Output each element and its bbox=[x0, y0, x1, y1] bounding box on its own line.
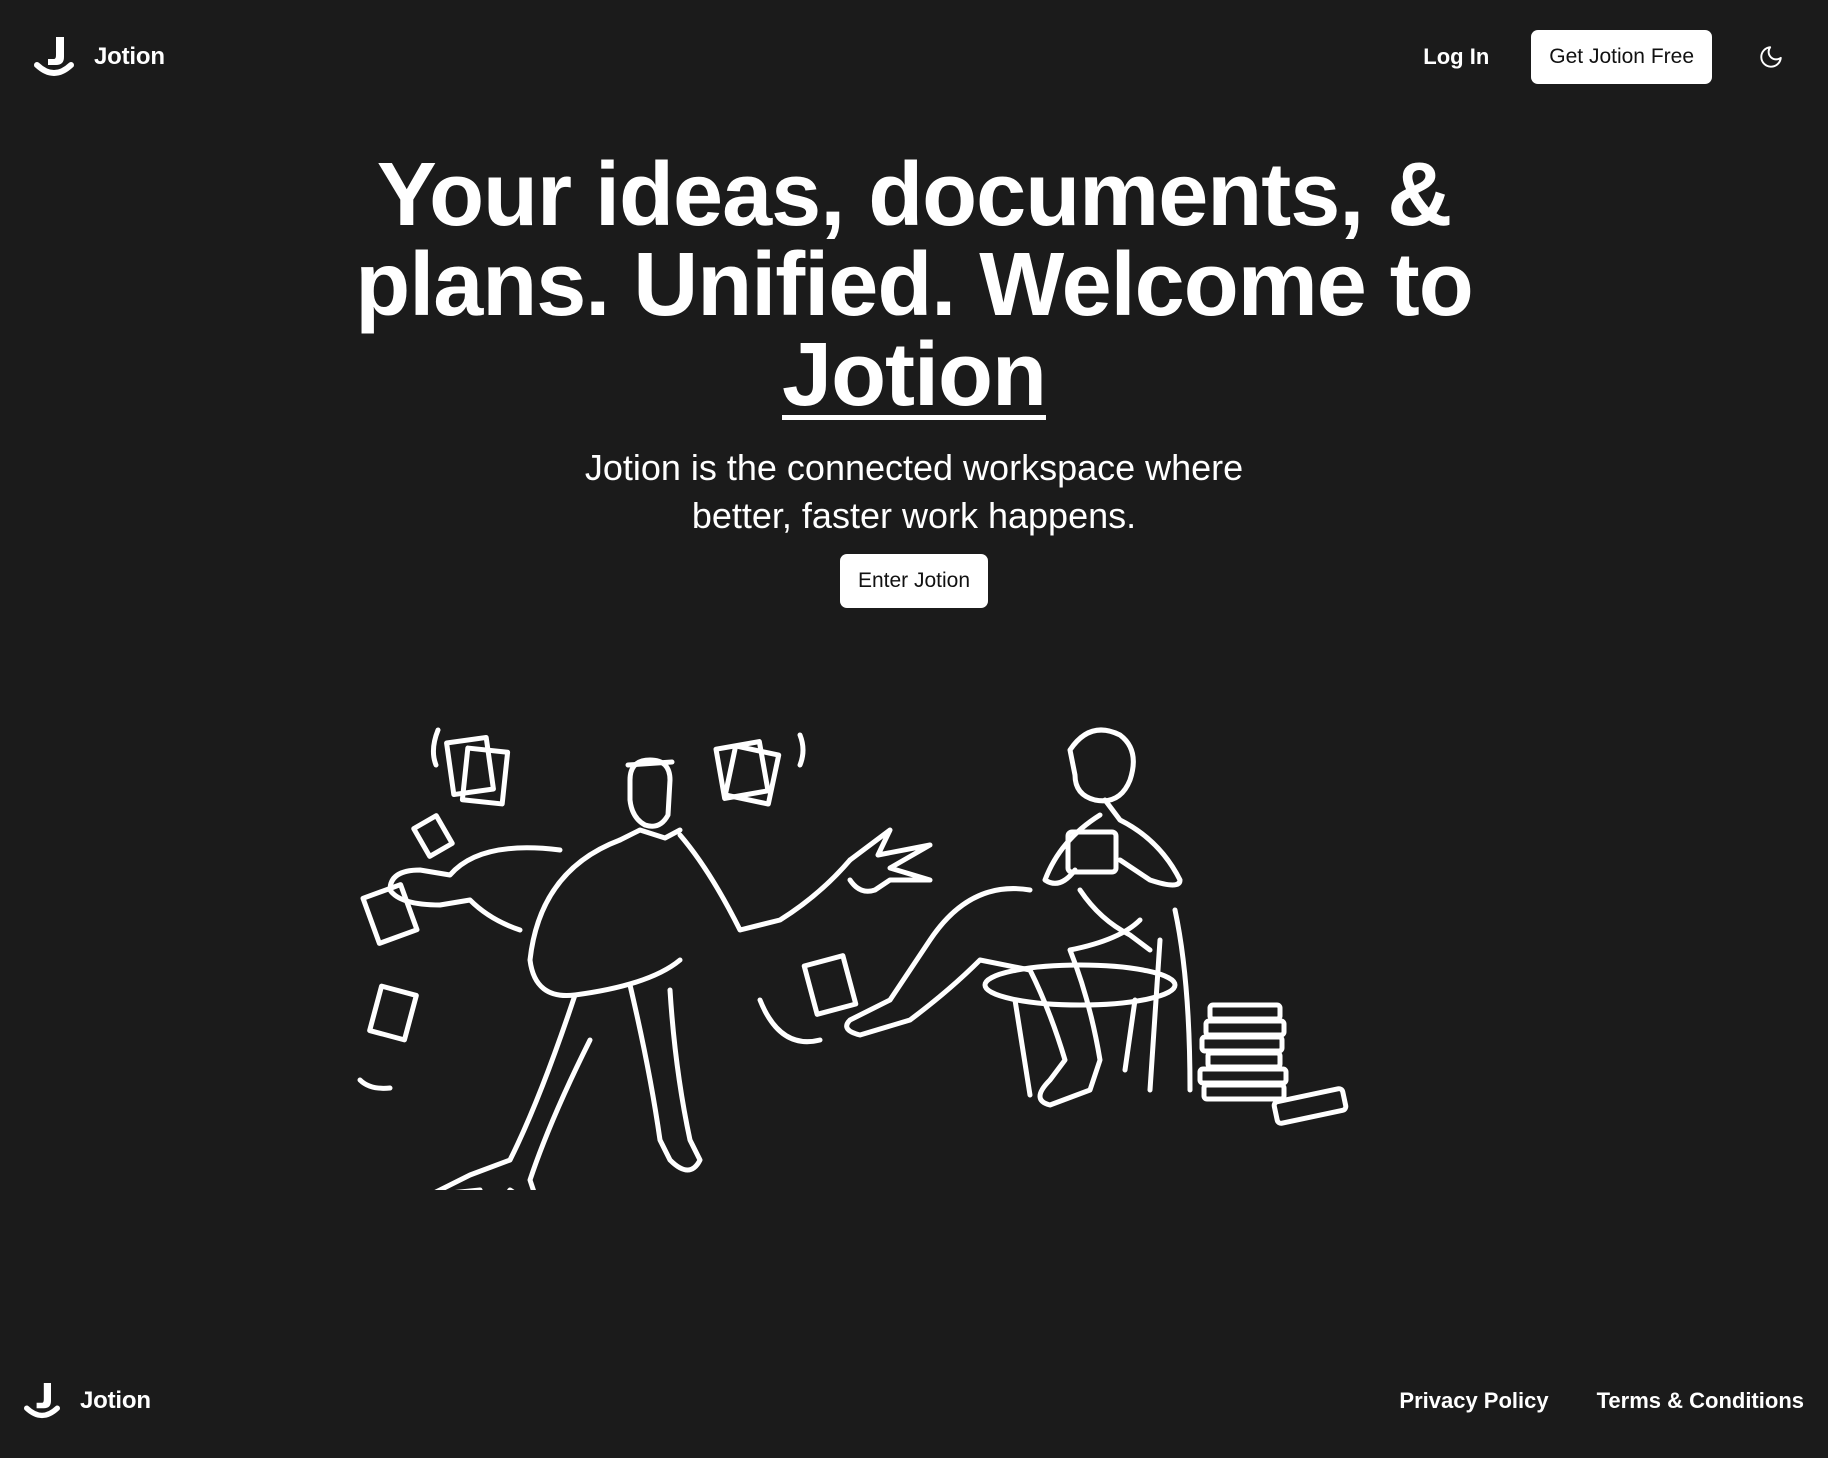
hero-subtitle: Jotion is the connected workspace where … bbox=[584, 447, 1244, 536]
hero-illustration bbox=[330, 720, 1450, 1190]
footer-brand-link[interactable]: Jotion bbox=[24, 1381, 151, 1421]
hero-section: Your ideas, documents, & plans. Unified.… bbox=[0, 150, 1828, 608]
illustration-svg bbox=[357, 727, 1349, 1190]
book-stack bbox=[1197, 1002, 1349, 1126]
brand-name: Jotion bbox=[94, 43, 165, 70]
enter-jotion-button[interactable]: Enter Jotion bbox=[839, 554, 989, 608]
privacy-policy-link[interactable]: Privacy Policy bbox=[1399, 1388, 1548, 1414]
footer-brand-name: Jotion bbox=[80, 1387, 151, 1414]
brand-link[interactable]: Jotion bbox=[34, 35, 165, 79]
reading-woman-figure bbox=[844, 727, 1193, 1108]
login-button[interactable]: Log In bbox=[1403, 32, 1509, 82]
flying-papers bbox=[357, 727, 859, 1091]
moon-icon bbox=[1760, 46, 1782, 68]
hero-title: Your ideas, documents, & plans. Unified.… bbox=[344, 150, 1484, 420]
header-actions: Log In Get Jotion Free bbox=[1403, 30, 1794, 84]
jotion-logo-icon bbox=[34, 37, 74, 76]
footer-links: Privacy Policy Terms & Conditions bbox=[1399, 1388, 1804, 1414]
hero-title-text: Your ideas, documents, & plans. Unified.… bbox=[355, 145, 1474, 335]
terms-conditions-link[interactable]: Terms & Conditions bbox=[1597, 1388, 1804, 1414]
hero-title-brand: Jotion bbox=[782, 325, 1047, 425]
top-nav: Jotion Log In Get Jotion Free bbox=[0, 0, 1828, 114]
jotion-logo-icon bbox=[24, 1383, 60, 1419]
footer: Jotion Privacy Policy Terms & Conditions bbox=[0, 1344, 1828, 1458]
landing-page: Jotion Log In Get Jotion Free Your ideas… bbox=[0, 0, 1828, 1458]
theme-toggle-button[interactable] bbox=[1748, 34, 1794, 80]
get-jotion-free-button[interactable]: Get Jotion Free bbox=[1531, 30, 1712, 84]
